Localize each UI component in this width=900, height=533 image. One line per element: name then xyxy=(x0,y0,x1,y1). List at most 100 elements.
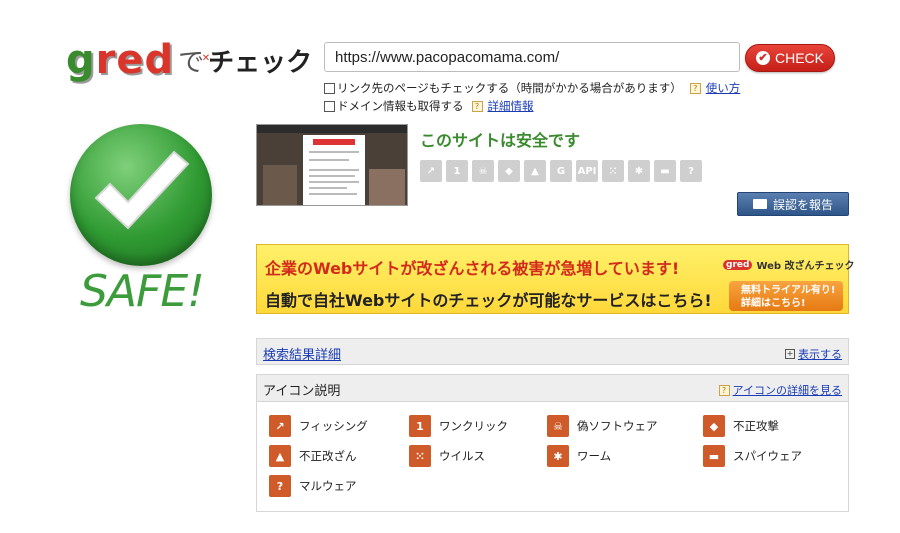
usage-link[interactable]: 使い方 xyxy=(706,80,741,96)
check-links-checkbox[interactable] xyxy=(324,82,335,94)
phishing-icon: ↗ xyxy=(269,415,291,437)
check-button-label: CHECK xyxy=(774,50,824,66)
thumb-line xyxy=(309,169,359,171)
thumb-line xyxy=(309,175,355,177)
legend-label: ウイルス xyxy=(439,449,485,463)
legend-item-tamper: ▲ 不正改ざん xyxy=(269,445,357,467)
malware-icon: ? xyxy=(680,160,702,182)
legend-label: フィッシング xyxy=(299,419,368,433)
one-click-icon: 1 xyxy=(409,415,431,437)
spyware-icon: ▬ xyxy=(654,160,676,182)
legend-label: スパイウェア xyxy=(733,449,802,463)
domain-info-label: ドメイン情報も取得する xyxy=(337,99,464,113)
domain-info-checkbox[interactable] xyxy=(324,100,335,112)
thumb-popup-logo xyxy=(313,139,355,145)
legend-item-one-click: 1 ワンクリック xyxy=(409,415,508,437)
phishing-icon: ↗ xyxy=(420,160,442,182)
logo-letter-r: r xyxy=(95,37,117,83)
checkmark-graphic xyxy=(94,150,190,230)
legend-item-attack: ◆ 不正攻撃 xyxy=(703,415,779,437)
banner-subline: 自動で自社Webサイトのチェックが可能なサービスはこちら! xyxy=(265,291,712,310)
legend-label: マルウェア xyxy=(299,479,357,493)
thumb-right-image xyxy=(369,169,405,205)
logo-letter-d: d xyxy=(144,37,175,83)
thumb-line xyxy=(309,193,357,195)
icon-details-link[interactable]: アイコンの詳細を見る xyxy=(733,382,842,398)
safe-label: SAFE! xyxy=(80,266,205,317)
trial-line2: 詳細はこちら! xyxy=(741,298,806,309)
expand-icon: + xyxy=(785,349,795,359)
help-icon: ? xyxy=(689,82,701,94)
api-icon: API xyxy=(576,160,598,182)
tamper-icon: ▲ xyxy=(269,445,291,467)
banner-headline: 企業のWebサイトが改ざんされる被害が急増しています! xyxy=(265,259,680,278)
help-icon: ? xyxy=(718,384,730,396)
trial-line1: 無料トライアル有り! xyxy=(741,285,836,296)
show-link[interactable]: 表示する xyxy=(798,346,842,362)
show-details[interactable]: + 表示する xyxy=(785,346,842,362)
worm-icon: ✱ xyxy=(628,160,650,182)
checkmark-icon: ✔ xyxy=(755,51,770,65)
check-button[interactable]: ✔ CHECK xyxy=(745,44,835,72)
virus-icon: ⁙ xyxy=(409,445,431,467)
fake-software-icon: ☠ xyxy=(472,160,494,182)
attack-icon: ◆ xyxy=(498,160,520,182)
help-icon: ? xyxy=(471,100,483,112)
search-details-link[interactable]: 検索結果詳細 xyxy=(263,344,341,363)
trial-button[interactable]: 無料トライアル有り! 詳細はこちら! xyxy=(729,281,843,311)
fake-software-icon: ☠ xyxy=(547,415,569,437)
option-domain-info: ドメイン情報も取得する ? 詳細情報 xyxy=(324,98,534,114)
status-icon-row: ↗ 1 ☠ ◆ ▲ G API ⁙ ✱ ▬? xyxy=(420,160,702,182)
legend-title: アイコン説明 xyxy=(263,384,341,399)
legend-more: ? アイコンの詳細を見る xyxy=(718,382,842,398)
legend-header: アイコン説明 ? アイコンの詳細を見る xyxy=(257,375,848,402)
thumb-header xyxy=(257,125,407,133)
sparkle-icon: ✕ xyxy=(201,53,211,64)
thumb-line xyxy=(309,187,347,189)
virus-icon: ⁙ xyxy=(602,160,624,182)
logo-de-text: で xyxy=(178,48,205,78)
mail-icon xyxy=(752,199,767,209)
thumb-line xyxy=(309,181,359,183)
report-button[interactable]: 誤認を報告 xyxy=(737,192,849,216)
logo-check-text: チェック xyxy=(208,48,313,78)
legend-label: ワーム xyxy=(577,449,612,463)
gred-logo[interactable]: g r e d で ✕ チェック xyxy=(66,40,314,80)
legend-label: ワンクリック xyxy=(439,419,508,433)
thumb-line xyxy=(309,151,359,153)
logo-letter-e: e xyxy=(116,37,145,83)
legend-item-virus: ⁙ ウイルス xyxy=(409,445,485,467)
thumb-left-image xyxy=(263,165,297,205)
tamper-icon: ▲ xyxy=(524,160,546,182)
thumb-line xyxy=(309,159,349,161)
search-details-bar: 検索結果詳細 + 表示する xyxy=(256,338,849,365)
malware-icon: ? xyxy=(269,475,291,497)
legend-label: 不正改ざん xyxy=(299,449,357,463)
legend-item-phishing: ↗ フィッシング xyxy=(269,415,368,437)
g-icon: G xyxy=(550,160,572,182)
legend-label: 偽ソフトウェア xyxy=(577,419,658,433)
attack-icon: ◆ xyxy=(703,415,725,437)
banner-brand: gred Web 改ざんチェック xyxy=(723,257,855,272)
one-click-icon: 1 xyxy=(446,160,468,182)
legend-item-malware: ? マルウェア xyxy=(269,475,357,497)
site-thumbnail[interactable] xyxy=(256,124,408,206)
gred-mini-logo: gred xyxy=(723,259,753,270)
url-input[interactable] xyxy=(324,42,740,72)
logo-letter-g: g xyxy=(66,37,96,83)
icon-legend: アイコン説明 ? アイコンの詳細を見る ↗ フィッシング 1 ワンクリック ☠ … xyxy=(256,374,849,512)
legend-label: 不正攻撃 xyxy=(733,419,779,433)
logo-gred-text: g r e d xyxy=(66,40,174,80)
report-button-label: 誤認を報告 xyxy=(772,197,833,212)
logo-de: で ✕ xyxy=(178,46,210,80)
site-status-text: このサイトは安全です xyxy=(420,131,581,150)
safe-check-icon xyxy=(70,124,212,266)
legend-item-worm: ✱ ワーム xyxy=(547,445,611,467)
check-links-label: リンク先のページもチェックする（時間がかかる場合があります） xyxy=(337,81,682,95)
worm-icon: ✱ xyxy=(547,445,569,467)
promo-banner[interactable]: 企業のWebサイトが改ざんされる被害が急増しています! 自動で自社Webサイトの… xyxy=(256,244,855,314)
details-info-link[interactable]: 詳細情報 xyxy=(488,98,534,114)
banner-brand-text: Web 改ざんチェック xyxy=(756,261,855,272)
spyware-icon: ▬ xyxy=(703,445,725,467)
legend-item-fake-software: ☠ 偽ソフトウェア xyxy=(547,415,658,437)
